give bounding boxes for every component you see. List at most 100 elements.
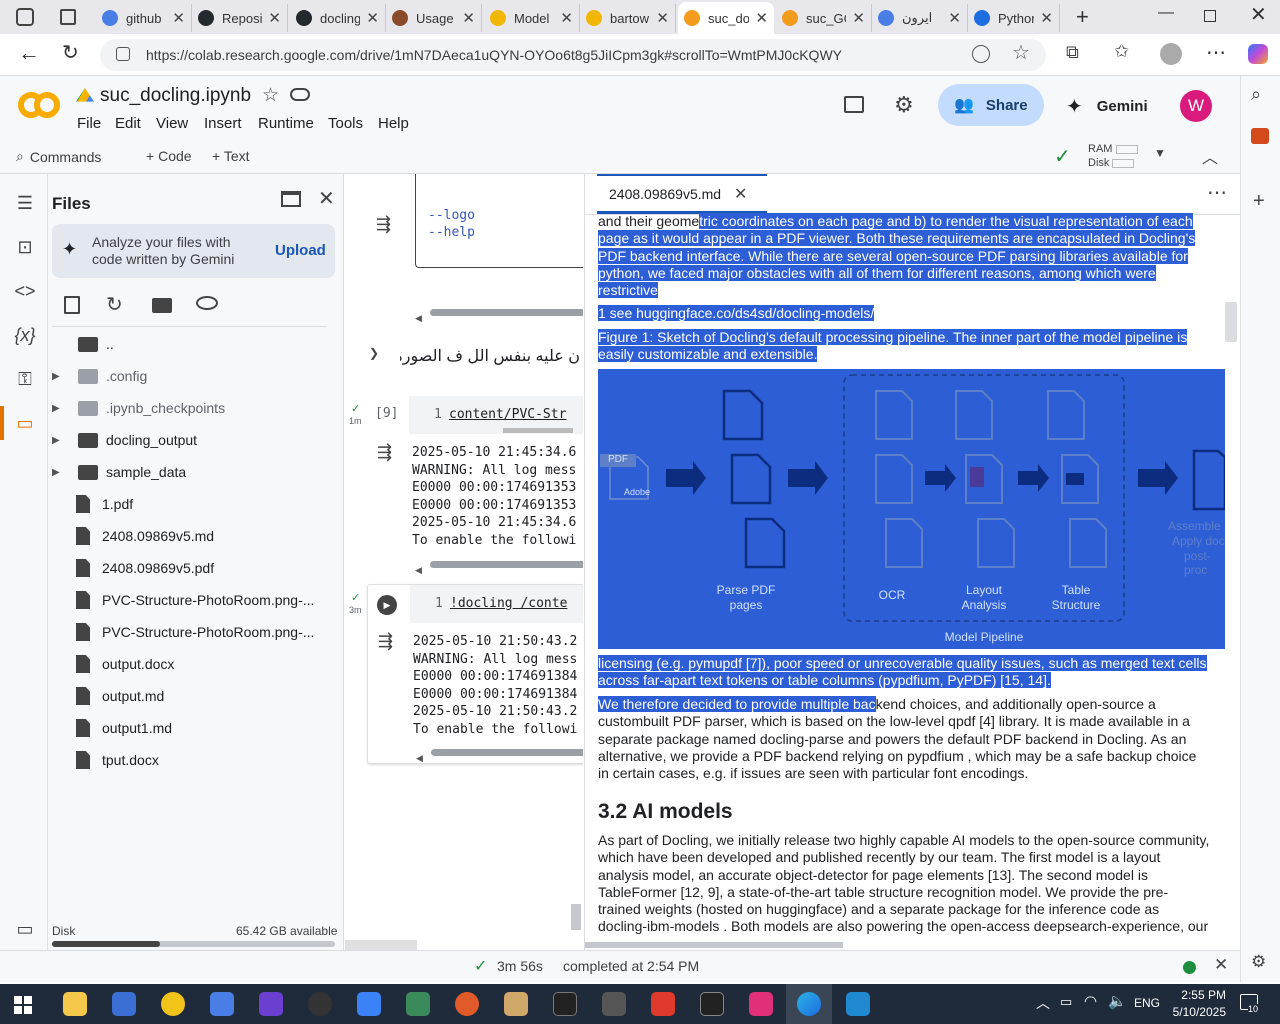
run-cell-button[interactable]: ▶: [377, 595, 397, 615]
app-icon[interactable]: [504, 992, 528, 1016]
cell-1[interactable]: ✓ 1m [9] 1 content/PVC-Str ⇶ 2025-05-10 …: [349, 396, 583, 575]
app-icon[interactable]: [602, 992, 626, 1016]
file-item[interactable]: output1.md: [48, 712, 344, 744]
tab-close-icon[interactable]: ✕: [852, 9, 865, 27]
edge-browser-icon[interactable]: [797, 992, 821, 1016]
sidebar-settings-icon[interactable]: ⚙: [1251, 952, 1266, 972]
menu-edit[interactable]: Edit: [115, 115, 141, 132]
menu-tools[interactable]: Tools: [328, 115, 363, 132]
tab-close-icon[interactable]: ✕: [755, 9, 768, 27]
back-icon[interactable]: ←: [18, 40, 40, 66]
tab-close-icon[interactable]: ✕: [948, 9, 961, 27]
app-icon[interactable]: [357, 992, 381, 1016]
close-tab-icon[interactable]: ✕: [734, 184, 747, 204]
notebook-title[interactable]: suc_docling.ipynb: [100, 85, 251, 107]
gemini-button[interactable]: ✦ Gemini: [1066, 94, 1148, 119]
resource-monitor[interactable]: RAM Disk: [1088, 142, 1138, 170]
output-action-icon[interactable]: ⇶: [376, 214, 391, 235]
copilot-icon[interactable]: [1248, 44, 1268, 64]
tab-close-icon[interactable]: ✕: [462, 9, 475, 27]
vscode-icon[interactable]: [846, 992, 870, 1016]
favorite-star-icon[interactable]: ☆: [1012, 40, 1030, 65]
settings-gear-icon[interactable]: ⚙: [894, 92, 914, 118]
close-panel-icon[interactable]: ✕: [318, 186, 335, 211]
viewer-more-icon[interactable]: ⋯: [1207, 180, 1227, 205]
expand-arrow-icon[interactable]: ▶: [52, 435, 68, 446]
app-icon[interactable]: [112, 992, 136, 1016]
bottom-scrollbar[interactable]: [345, 940, 417, 950]
horizontal-scrollbar[interactable]: ◀: [416, 748, 583, 763]
language-indicator[interactable]: ENG: [1134, 996, 1160, 1010]
menu-view[interactable]: View: [156, 115, 188, 132]
expand-arrow-icon[interactable]: ▶: [52, 371, 68, 382]
app-icon[interactable]: [651, 992, 675, 1016]
star-icon[interactable]: ☆: [262, 84, 279, 107]
browser-tab[interactable]: Model ✕: [484, 4, 580, 32]
browser-tab[interactable]: bartow ✕: [580, 4, 676, 32]
share-button[interactable]: 👥 Share: [938, 84, 1044, 126]
file-item[interactable]: output.docx: [48, 648, 344, 680]
file-explorer-icon[interactable]: [63, 992, 87, 1016]
browser-tab[interactable]: github ✕: [96, 4, 192, 32]
upload-button[interactable]: Upload: [275, 242, 326, 259]
tray-chevron-icon[interactable]: ︿: [1036, 993, 1050, 1013]
favorites-icon[interactable]: ✩: [1114, 41, 1129, 62]
tab-close-icon[interactable]: ✕: [560, 9, 573, 27]
horizontal-scrollbar[interactable]: ◀: [415, 560, 583, 575]
reader-icon[interactable]: [972, 45, 990, 63]
colab-logo[interactable]: [18, 92, 60, 118]
restore-button[interactable]: [1204, 10, 1216, 22]
horizontal-scrollbar[interactable]: ◀: [415, 308, 583, 323]
open-in-tab-icon[interactable]: [281, 191, 301, 207]
browser-tab[interactable]: ايرون ✕: [872, 4, 968, 32]
app-icon[interactable]: [406, 992, 430, 1016]
profile-icon[interactable]: [1160, 43, 1182, 65]
runtime-dropdown-icon[interactable]: ▼: [1154, 146, 1166, 160]
app-icon[interactable]: [455, 992, 479, 1016]
tab-close-icon[interactable]: ✕: [172, 9, 185, 27]
viewer-tab[interactable]: 2408.09869v5.md ✕: [597, 174, 767, 214]
extensions-icon[interactable]: ⧉: [1066, 42, 1079, 63]
browser-tab[interactable]: docling ✕: [290, 4, 386, 32]
site-info-icon[interactable]: [116, 47, 130, 61]
menu-help[interactable]: Help: [378, 115, 409, 132]
clock-time[interactable]: 2:55 PM: [1170, 988, 1226, 1002]
terminal-icon[interactable]: ▭: [12, 916, 38, 942]
add-text-button[interactable]: + Text: [212, 148, 250, 164]
obs-icon[interactable]: [308, 992, 332, 1016]
add-code-button[interactable]: + Code: [146, 148, 192, 164]
menu-insert[interactable]: Insert: [204, 115, 242, 132]
commands-button[interactable]: ⌕ Commands: [16, 148, 101, 165]
more-menu-icon[interactable]: ⋯: [1206, 40, 1226, 65]
workspaces-icon[interactable]: [16, 8, 34, 26]
emoji-app-icon[interactable]: [161, 992, 185, 1016]
app-icon[interactable]: [749, 992, 773, 1016]
refresh-icon[interactable]: ↻: [62, 40, 79, 65]
close-status-icon[interactable]: ✕: [1214, 955, 1228, 975]
windows-start-icon[interactable]: [14, 996, 32, 1014]
browser-tab[interactable]: suc_GC ✕: [776, 4, 872, 32]
output-action-icon[interactable]: ⇶: [378, 631, 393, 652]
expand-arrow-icon[interactable]: ▶: [52, 467, 68, 478]
tab-close-icon[interactable]: ✕: [366, 9, 379, 27]
code-snippets-icon[interactable]: <>: [12, 278, 38, 304]
browser-tab[interactable]: Reposi ✕: [192, 4, 288, 32]
refresh-files-icon[interactable]: ↻: [106, 292, 123, 317]
code-editor[interactable]: 1 content/PVC-Str: [409, 396, 583, 434]
secrets-key-icon[interactable]: ⚿: [12, 366, 38, 392]
viewer-scrollbar-thumb[interactable]: [1225, 302, 1237, 342]
folder-item[interactable]: ▶ sample_data: [48, 456, 344, 488]
new-tab-button[interactable]: +: [1076, 4, 1089, 30]
avatar[interactable]: W: [1180, 90, 1212, 122]
section-collapse-icon[interactable]: ❯: [369, 346, 379, 360]
clock-date[interactable]: 5/10/2025: [1166, 1005, 1226, 1019]
search-icon[interactable]: ⌕: [1251, 84, 1261, 105]
folder-item[interactable]: ▶ docling_output: [48, 424, 344, 456]
files-folder-icon[interactable]: ▭: [12, 410, 38, 436]
mount-drive-icon[interactable]: [152, 298, 172, 313]
file-item[interactable]: 1.pdf: [48, 488, 344, 520]
menu-runtime[interactable]: Runtime: [258, 115, 314, 132]
tab-close-icon[interactable]: ✕: [656, 9, 669, 27]
folder-item[interactable]: ▶ .ipynb_checkpoints: [48, 392, 344, 424]
upload-file-icon[interactable]: [64, 296, 80, 314]
